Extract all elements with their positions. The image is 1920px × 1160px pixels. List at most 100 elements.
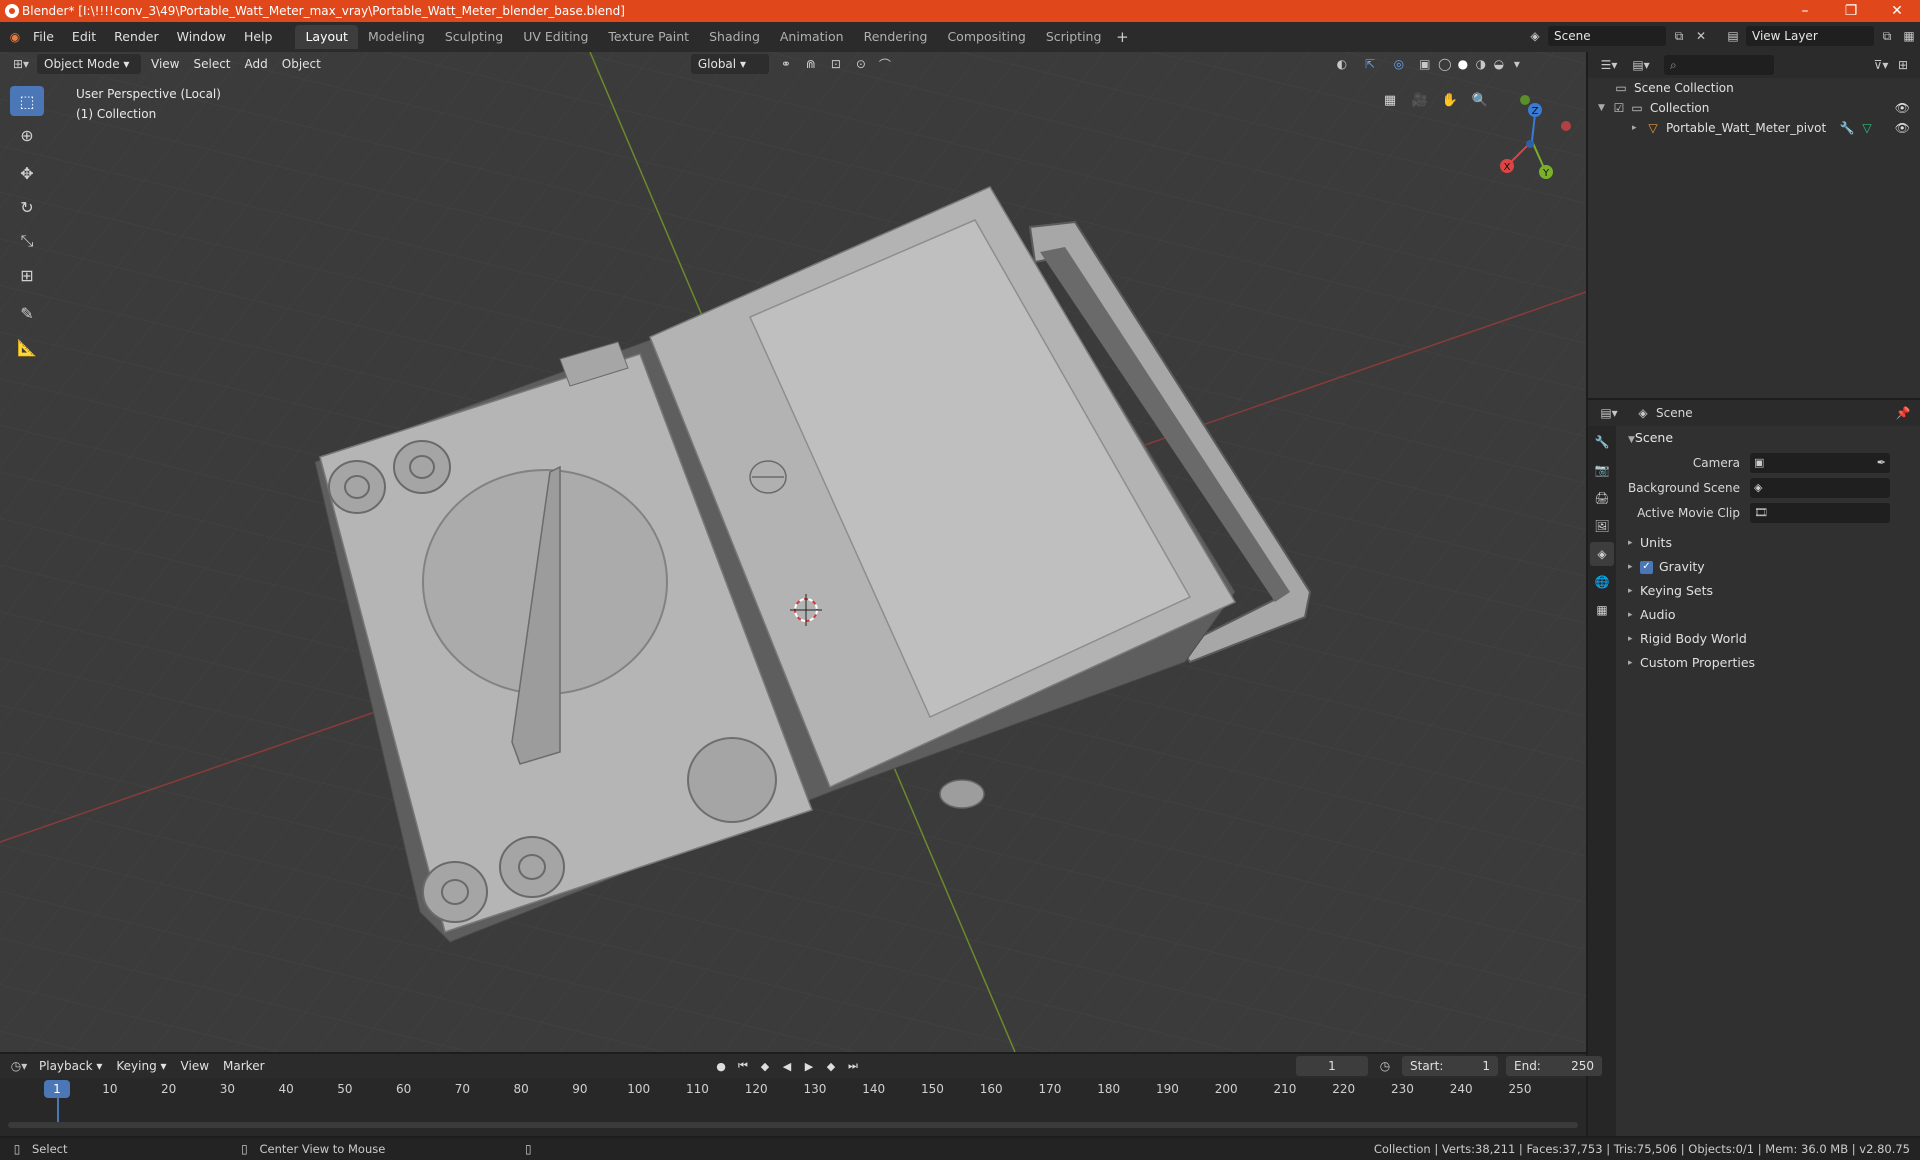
- outliner-scene-collection[interactable]: ▭ Scene Collection: [1588, 78, 1920, 98]
- tab-scripting[interactable]: Scripting: [1036, 25, 1112, 49]
- timeline-editor-icon[interactable]: ◷▾: [6, 1057, 32, 1075]
- view-layer-field[interactable]: View Layer: [1746, 26, 1874, 46]
- menu-render[interactable]: Render: [105, 25, 168, 49]
- toggle-perspective-icon[interactable]: ▦: [1378, 88, 1402, 112]
- new-collection-icon[interactable]: ⊞: [1894, 56, 1912, 74]
- rotate-tool-icon[interactable]: ↻: [10, 192, 44, 222]
- expand-object-icon[interactable]: ▸: [1632, 123, 1644, 133]
- play-icon[interactable]: ▶: [800, 1056, 818, 1076]
- menu-help[interactable]: Help: [235, 25, 282, 49]
- view-layer-icon[interactable]: ▤: [1724, 27, 1742, 45]
- timeline-ruler[interactable]: 1 10 20 30 40 50 60 70 80 90 100 110 120 130 140 150 16…: [0, 1078, 1586, 1136]
- transform-orientation-dropdown[interactable]: Global ▾: [690, 54, 769, 74]
- jump-end-icon[interactable]: ⏭: [844, 1056, 862, 1076]
- background-scene-field[interactable]: ◈: [1750, 477, 1890, 498]
- 3d-viewport[interactable]: ⊞▾ Object Mode ▾ View Select Add Object …: [0, 52, 1586, 1052]
- eyedropper-icon[interactable]: ✒: [1877, 456, 1890, 469]
- menu-playback[interactable]: Playback ▾: [32, 1056, 109, 1076]
- snap-target-icon[interactable]: ⊡: [822, 55, 850, 73]
- jump-keyframe-forward-icon[interactable]: ◆: [822, 1056, 840, 1076]
- view-layer-tab-icon[interactable]: 🖼: [1590, 514, 1614, 538]
- annotate-tool-icon[interactable]: ✎: [10, 298, 44, 328]
- gizmo-neg-z[interactable]: [1526, 140, 1534, 148]
- play-reverse-icon[interactable]: ◀: [778, 1056, 796, 1076]
- add-workspace-button[interactable]: +: [1111, 28, 1133, 46]
- menu-marker[interactable]: Marker: [216, 1056, 271, 1076]
- keying-sets-panel[interactable]: ▸ Keying Sets: [1618, 579, 1920, 603]
- transform-tool-icon[interactable]: ⊞: [10, 260, 44, 290]
- proportional-edit-icon[interactable]: ⊙: [850, 55, 872, 73]
- shading-options-icon[interactable]: ▾: [1508, 55, 1526, 73]
- close-button[interactable]: ✕: [1874, 0, 1920, 22]
- menu-timeline-view[interactable]: View: [174, 1056, 216, 1076]
- new-view-layer-icon[interactable]: ⧉: [1878, 27, 1896, 45]
- jump-start-icon[interactable]: ⏮: [734, 1056, 752, 1076]
- shading-wireframe-icon[interactable]: ◯: [1436, 55, 1454, 73]
- outliner-collection[interactable]: ▼ ☑ ▭ Collection 👁: [1588, 98, 1920, 118]
- tab-rendering[interactable]: Rendering: [854, 25, 938, 49]
- falloff-icon[interactable]: ⌒: [872, 55, 898, 73]
- pin-icon[interactable]: 📌: [1894, 404, 1912, 422]
- render-tab-icon[interactable]: 📷: [1590, 458, 1614, 482]
- menu-file[interactable]: File: [24, 25, 63, 49]
- tab-sculpting[interactable]: Sculpting: [435, 25, 513, 49]
- tab-compositing[interactable]: Compositing: [937, 25, 1035, 49]
- output-tab-icon[interactable]: 🖨: [1590, 486, 1614, 510]
- timeline-scrollbar[interactable]: [8, 1122, 1578, 1128]
- rigid-body-world-panel[interactable]: ▸ Rigid Body World: [1618, 627, 1920, 651]
- tool-tab-icon[interactable]: 🔧: [1590, 430, 1614, 454]
- delete-view-layer-icon[interactable]: ▦: [1900, 27, 1918, 45]
- blender-menu-icon[interactable]: ◉: [6, 28, 24, 46]
- new-scene-icon[interactable]: ⧉: [1670, 27, 1688, 45]
- cursor-tool-icon[interactable]: ⊕: [10, 120, 44, 150]
- properties-editor-icon[interactable]: ▤▾: [1596, 404, 1622, 422]
- object-visibility-icon[interactable]: 👁: [1895, 121, 1910, 135]
- shading-rendered-icon[interactable]: ◒: [1490, 55, 1508, 73]
- mesh-data-icon[interactable]: ▽: [1858, 119, 1876, 137]
- movie-clip-field[interactable]: 🎞: [1750, 502, 1890, 523]
- audio-panel[interactable]: ▸ Audio: [1618, 603, 1920, 627]
- jump-keyframe-back-icon[interactable]: ◆: [756, 1056, 774, 1076]
- tab-modeling[interactable]: Modeling: [358, 25, 435, 49]
- filter-icon[interactable]: ⊽▾: [1868, 56, 1894, 74]
- scene-name-field[interactable]: Scene: [1548, 26, 1666, 46]
- tab-uv-editing[interactable]: UV Editing: [513, 25, 598, 49]
- select-box-tool-icon[interactable]: ⬚: [10, 86, 44, 116]
- gizmo-neg-x[interactable]: [1561, 121, 1571, 131]
- menu-window[interactable]: Window: [168, 25, 235, 49]
- record-icon[interactable]: ●: [712, 1056, 730, 1076]
- gravity-checkbox[interactable]: ✓: [1640, 560, 1653, 574]
- overlay-toggle-icon[interactable]: ◎: [1384, 55, 1414, 73]
- texture-tab-icon[interactable]: ▦: [1590, 598, 1614, 622]
- menu-edit[interactable]: Edit: [63, 25, 105, 49]
- gizmo-toggle-icon[interactable]: ⇱: [1356, 55, 1384, 73]
- menu-view[interactable]: View: [144, 54, 186, 74]
- tab-animation[interactable]: Animation: [770, 25, 854, 49]
- outliner-search-input[interactable]: ⌕: [1664, 55, 1774, 75]
- snap-icon[interactable]: ⋒: [800, 55, 822, 73]
- shading-material-icon[interactable]: ◑: [1472, 55, 1490, 73]
- pan-view-icon[interactable]: ✋: [1438, 88, 1462, 112]
- minimize-button[interactable]: –: [1782, 0, 1828, 22]
- menu-add[interactable]: Add: [238, 54, 275, 74]
- gravity-panel[interactable]: ▸ ✓ Gravity: [1618, 555, 1920, 579]
- maximize-button[interactable]: ❐: [1828, 0, 1874, 22]
- editor-type-icon[interactable]: ⊞▾: [8, 55, 34, 73]
- current-frame-field[interactable]: 1: [1296, 1056, 1368, 1076]
- xray-toggle-icon[interactable]: ▣: [1414, 55, 1436, 73]
- expand-collection-icon[interactable]: ▼: [1598, 103, 1610, 113]
- tab-layout[interactable]: Layout: [295, 25, 358, 49]
- measure-tool-icon[interactable]: 📐: [10, 332, 44, 362]
- display-mode-icon[interactable]: ▤▾: [1628, 56, 1654, 74]
- collection-checkbox[interactable]: ☑: [1610, 99, 1628, 117]
- delete-scene-icon[interactable]: ✕: [1692, 27, 1710, 45]
- move-tool-icon[interactable]: ✥: [10, 158, 44, 188]
- start-frame-field[interactable]: Start: 1: [1402, 1056, 1498, 1076]
- scale-tool-icon[interactable]: ⤡: [10, 226, 44, 256]
- custom-properties-panel[interactable]: ▸ Custom Properties: [1618, 651, 1920, 675]
- shading-solid-icon[interactable]: ●: [1454, 55, 1472, 73]
- navigation-gizmo[interactable]: Z X Y: [1480, 86, 1580, 186]
- units-panel[interactable]: ▸ Units: [1618, 531, 1920, 555]
- gizmo-neg-y[interactable]: [1520, 95, 1530, 105]
- scene-section-header[interactable]: ▼Scene: [1618, 426, 1920, 450]
